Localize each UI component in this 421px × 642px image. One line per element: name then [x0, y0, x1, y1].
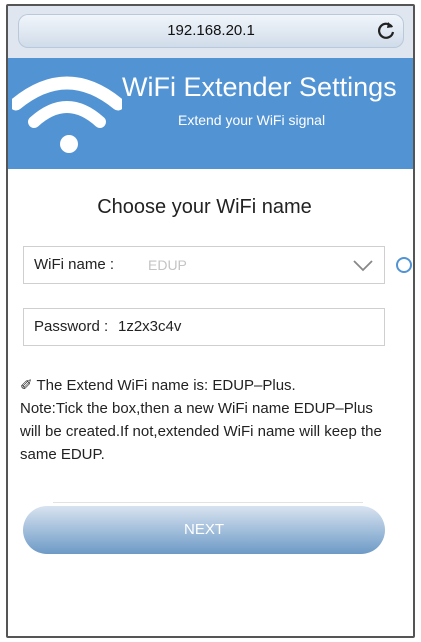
- page-subtitle: Extend your WiFi signal: [178, 112, 326, 128]
- wifi-name-value: EDUP: [148, 257, 187, 273]
- page-header: WiFi Extender Settings Extend your WiFi …: [8, 58, 413, 169]
- address-bar: 192.168.20.1: [8, 6, 413, 58]
- note-text: Note:Tick the box,then a new WiFi name E…: [20, 400, 382, 463]
- search-icon[interactable]: [395, 256, 413, 274]
- form-heading: Choose your WiFi name: [97, 196, 312, 218]
- next-button[interactable]: NEXT: [23, 506, 385, 554]
- divider: [53, 502, 363, 503]
- extend-name-line: ✐ The Extend WiFi name is: EDUP–Plus.: [20, 377, 296, 394]
- wifi-name-select[interactable]: WiFi name : EDUP: [23, 246, 385, 284]
- url-field[interactable]: 192.168.20.1: [18, 14, 404, 48]
- password-field[interactable]: Password : 1z2x3c4v: [23, 308, 385, 346]
- password-label: Password :: [34, 318, 109, 335]
- password-value: 1z2x3c4v: [118, 318, 182, 335]
- wifi-icon: [9, 66, 125, 156]
- page-title: WiFi Extender Settings: [122, 72, 397, 102]
- browser-frame: 192.168.20.1 WiFi Extender Settings Exte…: [6, 4, 415, 638]
- url-text: 192.168.20.1: [167, 22, 255, 39]
- reload-icon[interactable]: [374, 19, 398, 43]
- chevron-down-icon[interactable]: [352, 256, 374, 274]
- wifi-name-label: WiFi name :: [34, 256, 115, 273]
- info-note: ✐ The Extend WiFi name is: EDUP–Plus. No…: [20, 374, 392, 466]
